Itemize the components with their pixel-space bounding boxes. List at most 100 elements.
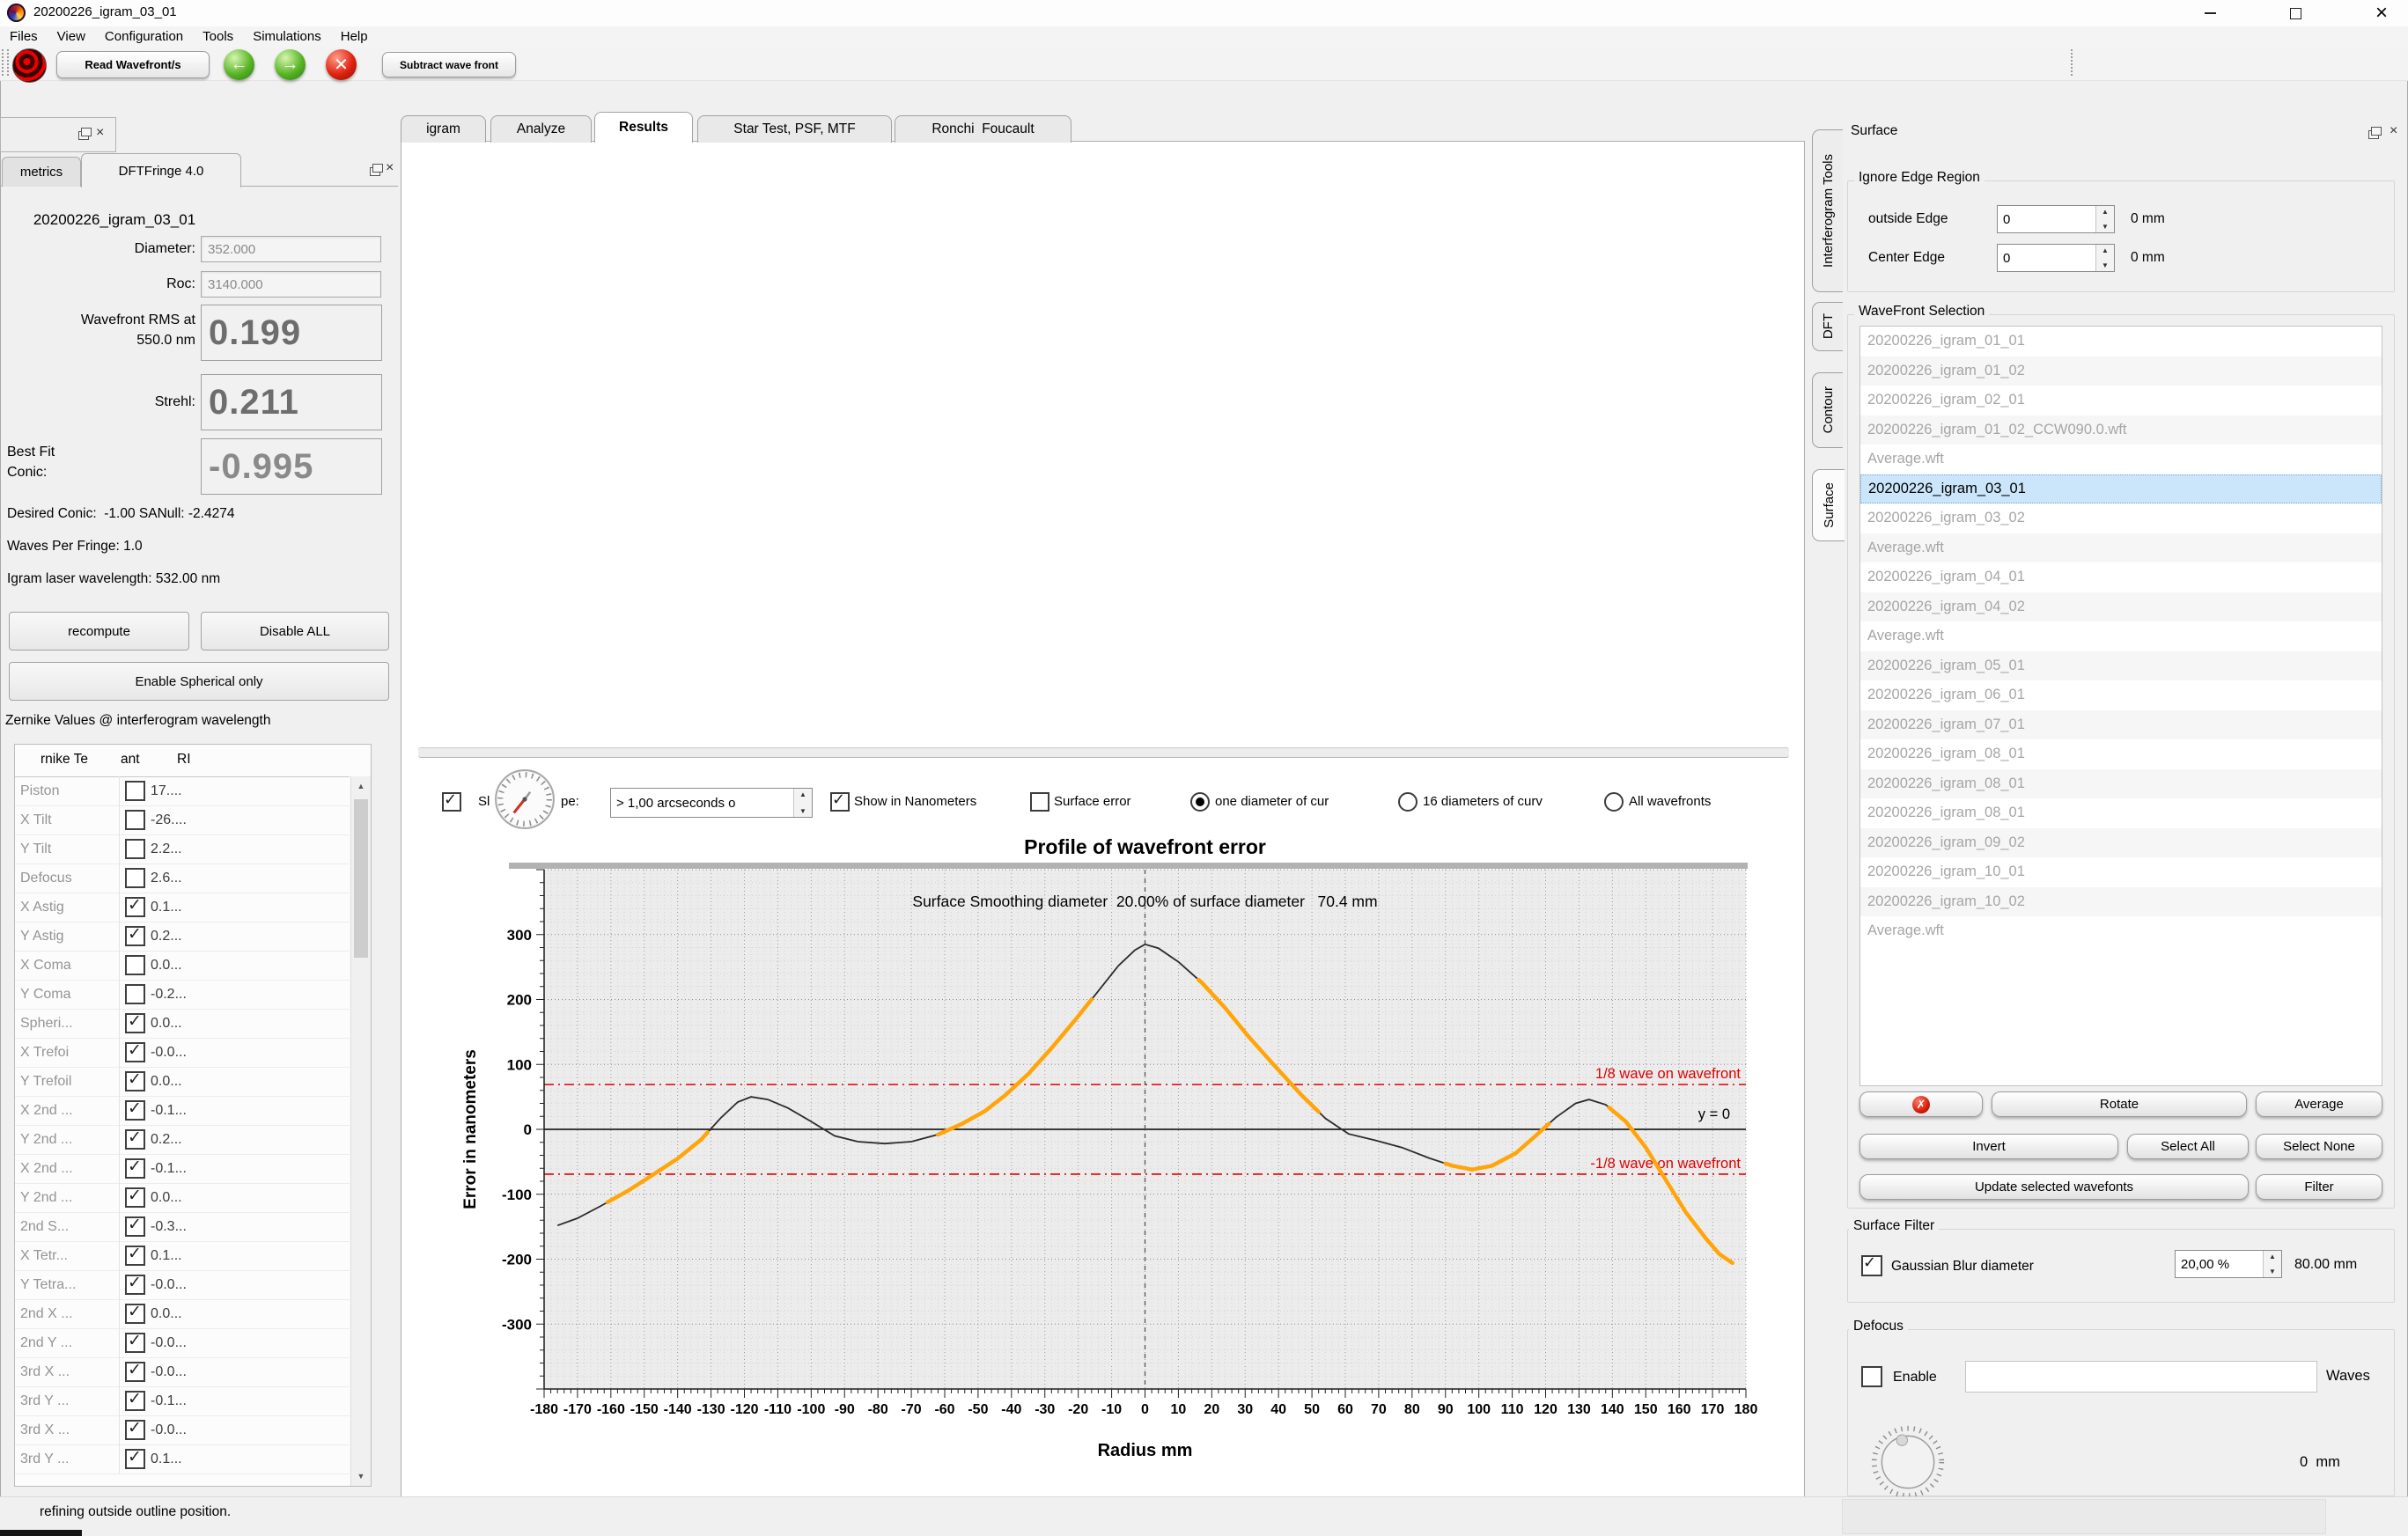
slope-checkbox[interactable]	[442, 790, 461, 812]
tab-ronchi-foucault[interactable]: Ronchi Foucault	[895, 115, 1071, 143]
zernike-row[interactable]: Y 2nd ... 0.2...	[15, 1125, 350, 1155]
wavefront-list-item[interactable]: 20200226_igram_03_02	[1860, 503, 2382, 533]
zernike-row[interactable]: Y 2nd ... 0.0...	[15, 1183, 350, 1213]
diameter-field[interactable]: 352.000	[201, 236, 381, 262]
zernike-row[interactable]: 2nd X ... 0.0...	[15, 1299, 350, 1329]
close-panel-icon[interactable]: ×	[386, 161, 394, 175]
slope-threshold-value[interactable]: > 1,00 arcseconds o	[611, 789, 793, 817]
average-button[interactable]: Average	[2256, 1091, 2382, 1117]
zernike-row[interactable]: X Coma 0.0...	[15, 951, 350, 981]
zernike-row[interactable]: Y Astig 0.2...	[15, 922, 350, 952]
zernike-enable-checkbox[interactable]	[125, 868, 145, 888]
float-surface-panel-icon[interactable]	[2368, 127, 2382, 139]
menu-view[interactable]: View	[48, 29, 95, 44]
vtab-surface[interactable]: Surface	[1812, 469, 1845, 541]
defocus-input[interactable]	[1965, 1361, 2317, 1393]
next-wavefront-button[interactable]: →	[275, 49, 306, 80]
close-button[interactable]: ×	[2355, 0, 2408, 26]
tab-dftfringe[interactable]: DFTFringe 4.0	[81, 153, 241, 187]
zernike-enable-checkbox[interactable]	[125, 839, 145, 859]
spin-arrows-icon[interactable]	[2263, 1251, 2281, 1277]
outside-edge-spinbox[interactable]: 0	[1997, 205, 2115, 233]
all-wavefronts-radio[interactable]	[1604, 792, 1624, 812]
toolbar-grip[interactable]	[2, 49, 4, 76]
zernike-enable-checkbox[interactable]	[125, 1418, 145, 1440]
zernike-enable-checkbox[interactable]	[125, 1186, 145, 1208]
show-nanometers-checkbox[interactable]	[830, 790, 850, 812]
spin-arrows-icon[interactable]	[793, 789, 812, 817]
zernike-row[interactable]: X 2nd ... -0.1...	[15, 1154, 350, 1184]
read-wavefronts-button[interactable]: Read Wavefront/s	[56, 51, 210, 78]
float-dock-icon[interactable]	[78, 128, 92, 140]
delete-selected-button[interactable]: ✗	[1859, 1091, 1983, 1117]
surface-error-checkbox[interactable]	[1030, 792, 1049, 812]
menu-tools[interactable]: Tools	[193, 29, 243, 44]
tab-star-test[interactable]: Star Test, PSF, MTF	[697, 115, 892, 143]
toolbar-grip[interactable]	[2071, 49, 2073, 76]
zernike-enable-checkbox[interactable]	[125, 1157, 145, 1179]
zernike-row[interactable]: Spheri... 0.0...	[15, 1009, 350, 1039]
center-edge-spinbox[interactable]: 0	[1997, 244, 2115, 272]
zernike-row[interactable]: Defocus 2.6...	[15, 864, 350, 893]
wavefront-list-item[interactable]: 20200226_igram_05_01	[1860, 650, 2382, 680]
zernike-enable-checkbox[interactable]	[125, 895, 145, 917]
update-selected-button[interactable]: Update selected wavefonts	[1859, 1174, 2249, 1200]
vtab-contour[interactable]: Contour	[1812, 372, 1843, 448]
zernike-row[interactable]: Y Coma -0.2...	[15, 980, 350, 1010]
zernike-row[interactable]: Y Tilt 2.2...	[15, 834, 350, 864]
minimize-button[interactable]	[2183, 0, 2236, 26]
scroll-up-icon[interactable]: ▲	[351, 776, 371, 796]
zernike-enable-checkbox[interactable]	[125, 1040, 145, 1062]
zernike-enable-checkbox[interactable]	[125, 1302, 145, 1324]
spin-arrows-icon[interactable]	[2095, 206, 2114, 232]
wavefront-list-item[interactable]: 20200226_igram_03_01	[1860, 474, 2382, 503]
vtab-interferogram-tools[interactable]: Interferogram Tools	[1812, 129, 1843, 292]
zernike-row[interactable]: 3rd X ... -0.0...	[15, 1415, 350, 1445]
recompute-button[interactable]: recompute	[9, 612, 189, 650]
wavefront-list-item[interactable]: 20200226_igram_01_02	[1860, 356, 2382, 386]
invert-button[interactable]: Invert	[1859, 1134, 2118, 1159]
zernike-row[interactable]: X Trefoi -0.0...	[15, 1038, 350, 1068]
defocus-knob[interactable]	[1870, 1424, 1946, 1500]
zernike-row[interactable]: X Tilt -26....	[15, 805, 350, 835]
rotate-button[interactable]: Rotate	[1992, 1091, 2247, 1117]
subtract-wavefront-button[interactable]: Subtract wave front	[382, 52, 516, 77]
wavefront-list-item[interactable]: Average.wft	[1860, 533, 2382, 562]
zernike-row[interactable]: Piston 17....	[15, 776, 350, 806]
horizontal-splitter[interactable]	[418, 747, 1789, 758]
zernike-enable-checkbox[interactable]	[125, 1215, 145, 1237]
tab-metrics[interactable]: metrics	[2, 157, 81, 187]
close-dock-icon[interactable]: ×	[96, 126, 104, 140]
zernike-row[interactable]: Y Tetra... -0.0...	[15, 1270, 350, 1300]
scroll-down-icon[interactable]: ▼	[351, 1466, 371, 1486]
zernike-enable-checkbox[interactable]	[125, 984, 145, 1004]
tab-analyze[interactable]: Analyze	[490, 115, 592, 143]
zernike-scrollbar[interactable]: ▲ ▼	[350, 776, 371, 1486]
wavefront-list-item[interactable]: 20200226_igram_06_01	[1860, 680, 2382, 710]
zernike-enable-checkbox[interactable]	[125, 1244, 145, 1266]
menu-help[interactable]: Help	[331, 29, 378, 44]
zernike-enable-checkbox[interactable]	[125, 1128, 145, 1150]
zernike-enable-checkbox[interactable]	[125, 1447, 145, 1469]
zernike-row[interactable]: 2nd S... -0.3...	[15, 1212, 350, 1242]
wavefront-list-item[interactable]: 20200226_igram_04_01	[1860, 562, 2382, 592]
menu-configuration[interactable]: Configuration	[95, 29, 193, 44]
wavefront-list-item[interactable]: 20200226_igram_02_01	[1860, 386, 2382, 415]
zernike-row[interactable]: 2nd Y ... -0.0...	[15, 1328, 350, 1358]
enable-spherical-button[interactable]: Enable Spherical only	[9, 662, 389, 701]
restore-button[interactable]	[2269, 0, 2322, 26]
zernike-row[interactable]: X Astig 0.1...	[15, 893, 350, 922]
float-panel-icon[interactable]	[370, 164, 383, 176]
roc-field[interactable]: 3140.000	[201, 271, 381, 298]
fringe-view-icon[interactable]	[12, 48, 47, 83]
slope-threshold-spinbox[interactable]: > 1,00 arcseconds o	[610, 788, 813, 818]
zernike-enable-checkbox[interactable]	[125, 781, 145, 801]
one-diameter-radio[interactable]	[1190, 792, 1210, 812]
spin-arrows-icon[interactable]	[2095, 245, 2114, 271]
zernike-row[interactable]: 3rd X ... -0.0...	[15, 1357, 350, 1387]
zernike-row[interactable]: X Tetr... 0.1...	[15, 1241, 350, 1271]
tab-results[interactable]: Results	[594, 112, 693, 143]
wavefront-list[interactable]: 20200226_igram_01_01 20200226_igram_01_02…	[1859, 326, 2382, 1086]
wavefront-list-item[interactable]: 20200226_igram_07_01	[1860, 709, 2382, 739]
wavefront-list-item[interactable]: Average.wft	[1860, 621, 2382, 651]
